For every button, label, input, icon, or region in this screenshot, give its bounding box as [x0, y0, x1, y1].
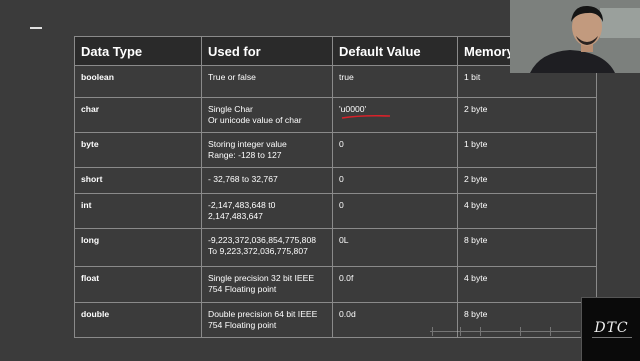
table-row: byte Storing integer value Range: -128 t… [74, 132, 597, 168]
used-for-line: 2,147,483,647 [208, 211, 263, 221]
used-for-line: -2,147,483,648 t0 [208, 200, 276, 210]
row-default: true [332, 65, 458, 98]
header-data-type: Data Type [74, 36, 202, 66]
row-memory: 2 byte [457, 167, 597, 194]
used-for-line: 754 Floating point [208, 320, 277, 330]
channel-logo: DTC [581, 297, 640, 361]
table-row: float Single precision 32 bit IEEE 754 F… [74, 266, 597, 303]
row-used-for: Storing integer value Range: -128 to 127 [201, 132, 333, 168]
row-type-long: long [74, 228, 202, 267]
row-default: 0 [332, 193, 458, 229]
used-for-line: Range: -128 to 127 [208, 150, 282, 160]
row-type-boolean: boolean [74, 65, 202, 98]
row-type-float: float [74, 266, 202, 303]
used-for-line: True or false [208, 72, 256, 82]
table-row: int -2,147,483,648 t0 2,147,483,647 0 4 … [74, 193, 597, 229]
row-memory: 2 byte [457, 97, 597, 133]
header-default-value: Default Value [332, 36, 458, 66]
row-memory: 4 byte [457, 193, 597, 229]
used-for-line: Storing integer value [208, 139, 287, 149]
header-used-for: Used for [201, 36, 333, 66]
table-row: char Single Char Or unicode value of cha… [74, 97, 597, 133]
row-used-for: Double precision 64 bit IEEE 754 Floatin… [201, 302, 333, 338]
used-for-line: 754 Floating point [208, 284, 277, 294]
row-default: 0 [332, 167, 458, 194]
char-default-value: 'u0000' [339, 104, 391, 119]
row-used-for: - 32,768 to 32,767 [201, 167, 333, 194]
row-memory: 4 byte [457, 266, 597, 303]
used-for-line: Single precision 32 bit IEEE [208, 273, 315, 283]
row-type-int: int [74, 193, 202, 229]
char-default-text: 'u0000' [339, 104, 367, 114]
data-types-table-wrapper: Data Type Used for Default Value Memory … [74, 36, 597, 338]
table-row: long -9,223,372,036,854,775,808 To 9,223… [74, 228, 597, 267]
row-used-for: -9,223,372,036,854,775,808 To 9,223,372,… [201, 228, 333, 267]
row-used-for: -2,147,483,648 t0 2,147,483,647 [201, 193, 333, 229]
video-progress-bar[interactable] [430, 325, 580, 339]
presenter-webcam [510, 0, 640, 73]
row-used-for: True or false [201, 65, 333, 98]
logo-text: DTC [594, 320, 629, 336]
row-used-for: Single precision 32 bit IEEE 754 Floatin… [201, 266, 333, 303]
used-for-line: Single Char [208, 104, 253, 114]
row-used-for: Single Char Or unicode value of char [201, 97, 333, 133]
menu-dash [30, 27, 42, 29]
row-default: 0L [332, 228, 458, 267]
row-default: 'u0000' [332, 97, 458, 133]
data-types-table: Data Type Used for Default Value Memory … [74, 36, 597, 338]
table-row: short - 32,768 to 32,767 0 2 byte [74, 167, 597, 194]
presenter-silhouette-icon [510, 0, 640, 73]
row-memory: 8 byte [457, 228, 597, 267]
used-for-line: - 32,768 to 32,767 [208, 174, 278, 184]
row-type-byte: byte [74, 132, 202, 168]
row-default: 0 [332, 132, 458, 168]
row-default: 0.0f [332, 266, 458, 303]
row-type-short: short [74, 167, 202, 194]
used-for-line: Double precision 64 bit IEEE [208, 309, 318, 319]
used-for-line: To 9,223,372,036,775,807 [208, 246, 308, 256]
logo-underline-icon [591, 337, 632, 338]
used-for-line: Or unicode value of char [208, 115, 302, 125]
row-type-double: double [74, 302, 202, 338]
used-for-line: -9,223,372,036,854,775,808 [208, 235, 316, 245]
row-type-char: char [74, 97, 202, 133]
red-annotation-underline [341, 114, 391, 119]
row-memory: 1 byte [457, 132, 597, 168]
